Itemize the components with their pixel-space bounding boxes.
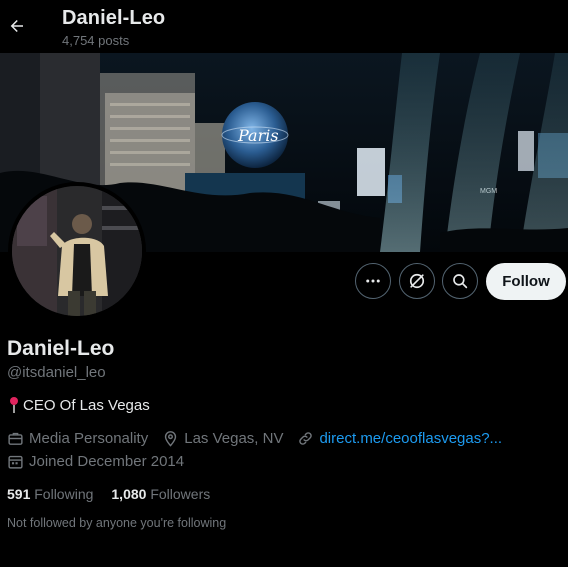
profile-joined-row: Joined December 2014 [7,453,198,470]
pin-icon [10,397,18,413]
social-context: Not followed by anyone you're following [7,516,227,530]
location-icon [165,431,177,447]
profile-location: Las Vegas, NV [162,430,283,447]
following-stat[interactable]: 591 Following [7,486,93,502]
profile-bio: CEO Of Las Vegas [7,396,150,414]
profile-meta-row: Media Personality Las Vegas, NV direct.m… [7,430,516,447]
svg-text:Paris: Paris [237,126,279,145]
location-text: Las Vegas, NV [184,430,284,447]
link-icon [299,432,313,445]
profile-header-bar: Daniel-Leo 4,754 posts [0,0,568,53]
followers-count: 1,080 [111,486,151,502]
followers-label: Followers [150,486,211,502]
avatar-image [12,186,142,316]
posts-count: 4,754 posts [62,33,130,48]
briefcase-icon [8,432,23,445]
search-button[interactable] [442,263,478,299]
more-button[interactable] [355,263,391,299]
profile-avatar[interactable] [8,182,146,320]
arrow-left-icon [10,20,23,32]
search-icon [453,274,468,289]
profile-joined: Joined December 2014 [7,453,184,470]
grok-button[interactable] [399,263,435,299]
profile-website[interactable]: direct.me/ceooflasvegas?... [297,430,502,447]
joined-text: Joined December 2014 [29,453,185,470]
grok-icon [409,273,425,289]
following-count: 591 [7,486,35,502]
back-button[interactable] [2,10,32,42]
category-text: Media Personality [29,430,149,447]
header-title: Daniel-Leo [62,7,166,29]
calendar-icon [8,455,23,469]
profile-category: Media Personality [7,430,148,447]
profile-stats: 591 Following 1,080 Followers [7,486,228,502]
followers-stat[interactable]: 1,080 Followers [111,486,210,502]
website-link[interactable]: direct.me/ceooflasvegas?... [319,430,502,447]
follow-button[interactable]: Follow [486,263,566,300]
profile-name: Daniel-Leo [7,337,115,360]
more-horizontal-icon [366,279,380,283]
following-label: Following [34,486,94,502]
bio-text: CEO Of Las Vegas [23,396,150,414]
profile-handle: @itsdaniel_leo [7,364,106,381]
